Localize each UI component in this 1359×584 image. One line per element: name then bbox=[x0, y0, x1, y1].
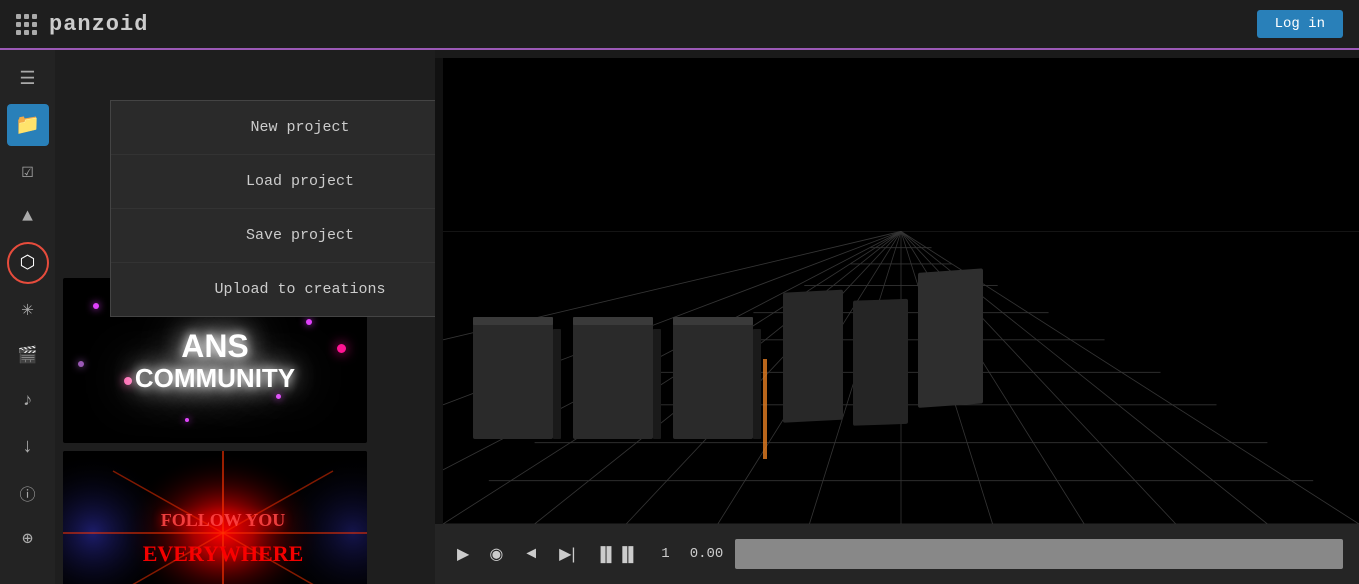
volume-button[interactable]: ◄ bbox=[517, 541, 545, 567]
sidebar-cube-icon[interactable]: ⬡ bbox=[7, 242, 49, 284]
sidebar-download-icon[interactable]: ↓ bbox=[7, 426, 49, 468]
play-button[interactable]: ▶ bbox=[451, 540, 475, 568]
download-icon: ↓ bbox=[21, 436, 33, 459]
ans-community-title-line1: ANS bbox=[135, 329, 295, 364]
load-project-item[interactable]: Load project bbox=[111, 155, 435, 209]
frame-number: 1 bbox=[661, 546, 669, 562]
sidebar-menu-icon[interactable]: ☰ bbox=[7, 58, 49, 100]
checkbox-icon: ☑ bbox=[21, 158, 33, 184]
sidebar-burst-icon[interactable]: ✳ bbox=[7, 288, 49, 330]
viewport-top-space bbox=[435, 50, 1359, 58]
playback-controls: ▶ ◉ ◄ ▶| ▐▌▐▌ 1 0.00 bbox=[435, 524, 1359, 584]
ans-community-title-line2: COMMUNITY bbox=[135, 364, 295, 393]
playback-info: 1 0.00 bbox=[653, 546, 723, 562]
left-sidebar: ☰ 📁 ☑ ▲ ⬡ ✳ 🎬 ♪ ↓ ⓘ ⊕ bbox=[0, 50, 55, 584]
music-note-icon: ♪ bbox=[22, 391, 33, 411]
login-button[interactable]: Log in bbox=[1257, 10, 1343, 38]
video-camera-icon: 🎬 bbox=[18, 345, 38, 365]
sidebar-info-icon[interactable]: ⓘ bbox=[7, 472, 49, 514]
upload-creations-item[interactable]: Upload to creations bbox=[111, 263, 435, 316]
sidebar-music-icon[interactable]: ♪ bbox=[7, 380, 49, 422]
sidebar-folder-icon[interactable]: 📁 bbox=[7, 104, 49, 146]
apps-grid-icon[interactable] bbox=[16, 14, 37, 35]
svg-text:EVERYWHERE: EVERYWHERE bbox=[143, 541, 304, 566]
thumbnail-red-explosion[interactable]: FOLLOW YOU EVERYWHERE bbox=[63, 451, 367, 584]
sidebar-video-icon[interactable]: 🎬 bbox=[7, 334, 49, 376]
step-forward-button[interactable]: ▶| bbox=[553, 540, 581, 568]
viewport-canvas[interactable] bbox=[443, 58, 1359, 524]
eye-button[interactable]: ◉ bbox=[483, 540, 509, 568]
settings-icon: ⊕ bbox=[22, 528, 33, 550]
playback-timeline[interactable] bbox=[735, 539, 1343, 569]
cube-icon: ⬡ bbox=[20, 252, 36, 274]
landscape-icon: ▲ bbox=[22, 207, 33, 227]
hamburger-icon: ☰ bbox=[19, 68, 35, 90]
burst-icon: ✳ bbox=[21, 296, 33, 322]
step-forward-icon: ▶| bbox=[559, 544, 575, 564]
dropdown-menu: New project Load project Save project Up… bbox=[110, 100, 435, 317]
waveform-icon: ▐▌▐▌ bbox=[596, 546, 640, 562]
topbar: panzoid Log in bbox=[0, 0, 1359, 50]
new-project-item[interactable]: New project bbox=[111, 101, 435, 155]
svg-text:FOLLOW YOU: FOLLOW YOU bbox=[161, 510, 286, 530]
info-icon: ⓘ bbox=[19, 481, 35, 505]
thumbnails-panel-wrapper: New project Load project Save project Up… bbox=[55, 50, 435, 584]
viewport-area: ▶ ◉ ◄ ▶| ▐▌▐▌ 1 0.00 bbox=[435, 50, 1359, 584]
sidebar-checkbox-icon[interactable]: ☑ bbox=[7, 150, 49, 192]
folder-icon: 📁 bbox=[15, 112, 40, 138]
waveform-button[interactable]: ▐▌▐▌ bbox=[590, 542, 646, 566]
time-display: 0.00 bbox=[690, 546, 724, 562]
thumbnails-panel: ANS COMMUNITY bbox=[55, 270, 375, 584]
sidebar-settings-icon[interactable]: ⊕ bbox=[7, 518, 49, 560]
brand-name: panzoid bbox=[49, 12, 148, 37]
sidebar-landscape-icon[interactable]: ▲ bbox=[7, 196, 49, 238]
viewport-3d-blocks bbox=[473, 259, 1073, 464]
main-content: ☰ 📁 ☑ ▲ ⬡ ✳ 🎬 ♪ ↓ ⓘ ⊕ bbox=[0, 50, 1359, 584]
save-project-item[interactable]: Save project bbox=[111, 209, 435, 263]
